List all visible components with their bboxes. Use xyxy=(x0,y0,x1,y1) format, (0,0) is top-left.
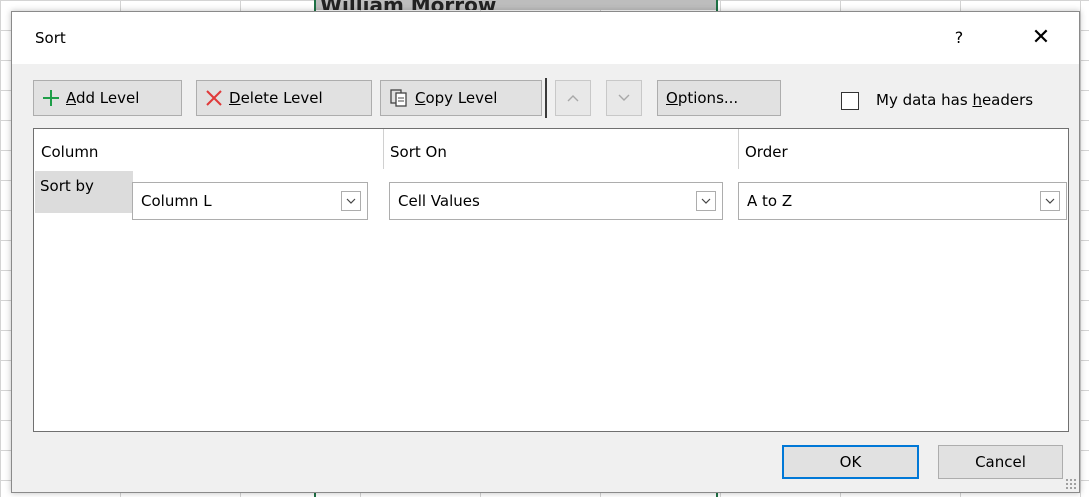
sort-on-header: Sort On xyxy=(390,143,447,161)
add-level-button[interactable]: Add Level xyxy=(33,80,182,116)
sort-on-value: Cell Values xyxy=(398,192,480,210)
copy-level-label: Copy Level xyxy=(415,89,498,107)
chevron-down-icon xyxy=(617,93,631,103)
order-value: A to Z xyxy=(747,192,793,210)
sort-dialog: Sort ? ✕ Add Level Delete Level Copy Lev… xyxy=(11,11,1080,493)
copy-level-button[interactable]: Copy Level xyxy=(380,80,542,116)
sort-column-value: Column L xyxy=(141,192,212,210)
help-button[interactable]: ? xyxy=(944,23,974,53)
cancel-label: Cancel xyxy=(975,453,1026,471)
plus-icon xyxy=(42,89,60,107)
order-header: Order xyxy=(745,143,788,161)
delete-level-button[interactable]: Delete Level xyxy=(196,80,372,116)
options-button[interactable]: Options... xyxy=(657,80,781,116)
background-cell: William Morrow xyxy=(316,0,716,10)
close-button[interactable]: ✕ xyxy=(1026,23,1056,53)
chevron-down-icon[interactable] xyxy=(1040,191,1060,211)
chevron-down-icon[interactable] xyxy=(341,191,361,211)
dialog-title: Sort xyxy=(35,29,66,47)
toolbar-separator xyxy=(545,78,547,118)
headers-checkbox-label[interactable]: My data has headers xyxy=(876,91,1033,109)
headers-checkbox[interactable] xyxy=(841,92,859,110)
sort-levels-grid: Column Sort On Order Sort by Column L Ce… xyxy=(33,128,1069,432)
column-header: Column xyxy=(41,143,99,161)
column-divider xyxy=(738,129,739,169)
x-icon xyxy=(205,89,223,107)
sort-column-select[interactable]: Column L xyxy=(132,182,368,220)
cancel-button[interactable]: Cancel xyxy=(938,445,1063,479)
chevron-up-icon xyxy=(566,93,580,103)
chevron-down-icon[interactable] xyxy=(696,191,716,211)
column-divider xyxy=(383,129,384,169)
sort-by-label: Sort by xyxy=(40,177,94,195)
delete-level-label: Delete Level xyxy=(229,89,323,107)
copy-icon xyxy=(389,88,409,108)
move-up-button[interactable] xyxy=(555,80,591,116)
sort-on-select[interactable]: Cell Values xyxy=(389,182,723,220)
add-level-label: Add Level xyxy=(66,89,140,107)
order-select[interactable]: A to Z xyxy=(738,182,1067,220)
move-down-button[interactable] xyxy=(606,80,642,116)
title-bar: Sort ? ✕ xyxy=(12,12,1079,64)
resize-grip[interactable] xyxy=(1065,478,1077,490)
options-label: Options... xyxy=(666,89,739,107)
ok-button[interactable]: OK xyxy=(782,445,919,479)
ok-label: OK xyxy=(839,453,862,471)
